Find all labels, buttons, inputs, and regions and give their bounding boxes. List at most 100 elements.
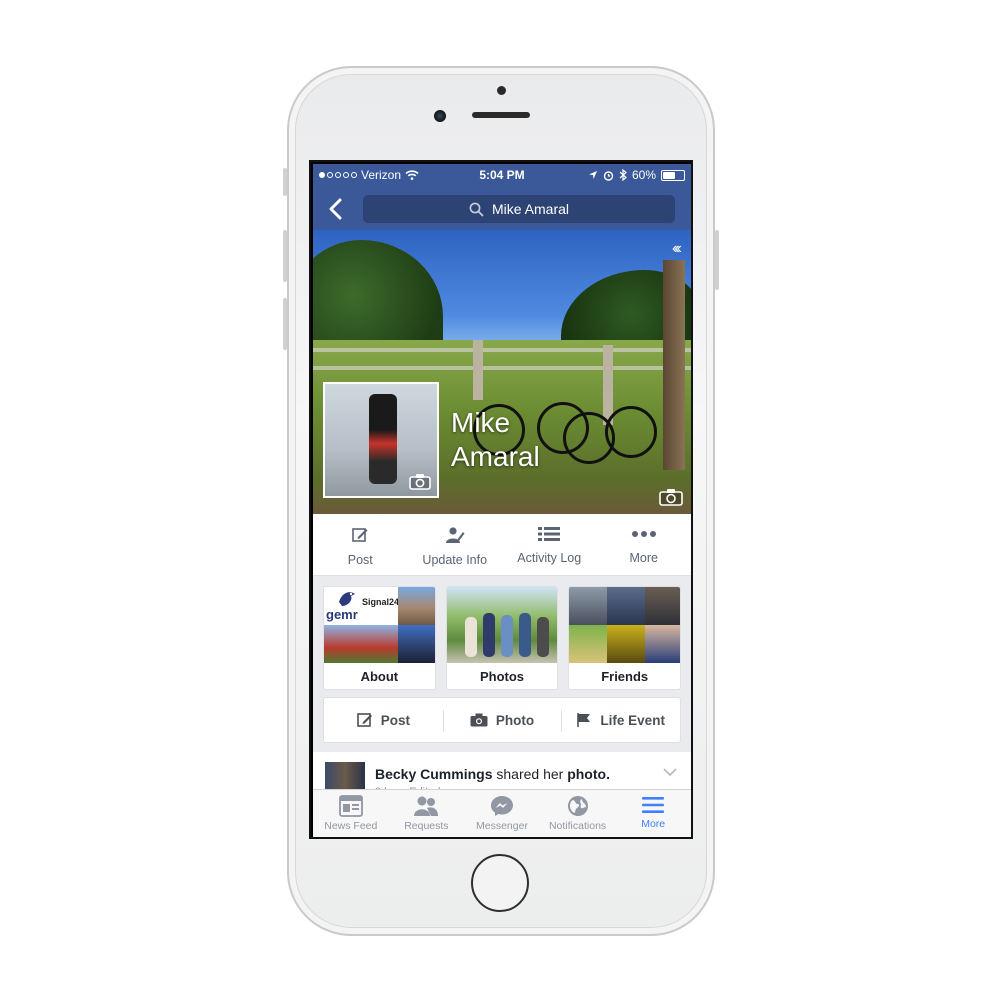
update-info-icon bbox=[445, 527, 465, 543]
profile-actions: Post Update Info Activity Log More bbox=[313, 514, 691, 576]
facebook-app: Verizon 5:04 PM 60% Mike Amaral ‹‹‹ Mike… bbox=[313, 164, 691, 837]
list-icon bbox=[538, 527, 561, 541]
fence-post bbox=[473, 340, 483, 400]
messenger-icon bbox=[490, 796, 513, 816]
logo-text-gemr: gemr bbox=[326, 607, 358, 622]
friend-requests-icon bbox=[414, 796, 439, 816]
action-post-button[interactable]: Post bbox=[313, 514, 408, 575]
profile-picture[interactable] bbox=[323, 382, 439, 498]
earpiece-speaker bbox=[472, 112, 530, 118]
front-camera bbox=[434, 110, 446, 122]
cover-photo[interactable]: ‹‹‹ Mike Amaral bbox=[313, 230, 691, 514]
wooden-post bbox=[663, 260, 685, 470]
news-feed-icon bbox=[338, 795, 363, 817]
composer-post-button[interactable]: Post bbox=[324, 698, 443, 742]
tab-news-feed[interactable]: News Feed bbox=[313, 790, 389, 837]
story-headline: Becky Cummings shared her photo. bbox=[375, 766, 610, 782]
alarm-icon bbox=[603, 170, 614, 181]
story-action: shared her bbox=[496, 766, 564, 782]
composer-photo-button[interactable]: Photo bbox=[442, 698, 562, 742]
building-photo bbox=[398, 587, 435, 625]
tile-label: About bbox=[360, 668, 399, 684]
friends-collage bbox=[569, 587, 681, 663]
profile-picture-person bbox=[369, 394, 397, 484]
proximity-sensor bbox=[497, 86, 506, 95]
status-right: 60% bbox=[588, 168, 685, 182]
logo-panel: gemr Signal24 bbox=[324, 587, 399, 625]
chevron-down-icon[interactable] bbox=[663, 768, 677, 777]
camera-icon bbox=[470, 713, 488, 727]
profile-camera-icon[interactable] bbox=[409, 473, 431, 490]
composer-label: Photo bbox=[495, 712, 535, 728]
power-button bbox=[715, 230, 719, 290]
friend-photo bbox=[645, 587, 681, 625]
person-figure bbox=[464, 617, 477, 657]
person-figure bbox=[482, 613, 495, 657]
bluetooth-icon bbox=[619, 169, 627, 181]
tab-notifications[interactable]: Notifications bbox=[540, 790, 616, 837]
search-bar[interactable]: Mike Amaral bbox=[363, 195, 675, 223]
friend-photo bbox=[607, 587, 646, 625]
person-figure bbox=[536, 617, 549, 657]
action-update-info-button[interactable]: Update Info bbox=[408, 514, 503, 575]
fence-rail bbox=[313, 348, 691, 352]
action-label: Post bbox=[347, 553, 373, 567]
person-figure bbox=[518, 613, 531, 657]
flag-icon bbox=[577, 713, 591, 727]
tab-label: More bbox=[641, 818, 666, 830]
action-label: Activity Log bbox=[517, 551, 582, 565]
composer-label: Life Event bbox=[600, 712, 665, 728]
tab-label: News Feed bbox=[324, 820, 378, 832]
tab-label: Notifications bbox=[548, 820, 607, 832]
edit-icon bbox=[356, 713, 372, 727]
story-object[interactable]: photo. bbox=[567, 766, 610, 782]
top-bar: Verizon 5:04 PM 60% Mike Amaral bbox=[313, 164, 691, 230]
restaurant-photo bbox=[324, 625, 398, 663]
edit-icon bbox=[352, 528, 368, 542]
collapse-chevrons-icon[interactable]: ‹‹‹ bbox=[672, 240, 682, 258]
tab-more[interactable]: More bbox=[615, 790, 691, 837]
about-collage: gemr Signal24 bbox=[324, 587, 435, 663]
battery-percent: 60% bbox=[631, 168, 656, 182]
composer-life-event-button[interactable]: Life Event bbox=[561, 698, 680, 742]
profile-tiles: gemr Signal24 About Photos Friends bbox=[323, 586, 682, 690]
action-activity-log-button[interactable]: Activity Log bbox=[502, 514, 597, 575]
tab-requests[interactable]: Requests bbox=[389, 790, 465, 837]
bike-wheel bbox=[605, 406, 657, 458]
tile-label: Friends bbox=[601, 668, 649, 684]
friend-photo bbox=[645, 625, 681, 663]
phone-screen: Verizon 5:04 PM 60% Mike Amaral ‹‹‹ Mike… bbox=[309, 160, 693, 839]
battery-icon bbox=[661, 169, 685, 181]
mute-switch bbox=[283, 168, 287, 196]
person-figure bbox=[500, 615, 513, 657]
search-icon bbox=[469, 202, 484, 216]
profile-last-name: Amaral bbox=[451, 441, 540, 472]
profile-name: Mike Amaral bbox=[451, 406, 571, 474]
night-photo bbox=[398, 625, 435, 663]
more-dots-icon bbox=[631, 531, 656, 537]
tile-about[interactable]: gemr Signal24 About bbox=[323, 586, 436, 690]
menu-icon bbox=[642, 797, 665, 813]
location-icon bbox=[588, 171, 597, 179]
search-query: Mike Amaral bbox=[491, 201, 570, 217]
story-author[interactable]: Becky Cummings bbox=[375, 766, 492, 782]
tab-label: Messenger bbox=[476, 820, 528, 832]
cover-camera-icon[interactable] bbox=[659, 488, 683, 506]
volume-up-button bbox=[283, 230, 287, 282]
tile-friends[interactable]: Friends bbox=[568, 586, 682, 690]
friend-photo bbox=[569, 587, 608, 625]
tile-photos[interactable]: Photos bbox=[445, 586, 559, 690]
back-arrow-icon[interactable] bbox=[327, 198, 345, 220]
action-label: Update Info bbox=[422, 553, 488, 567]
tile-label: Photos bbox=[479, 668, 525, 684]
composer-label: Post bbox=[380, 712, 410, 728]
globe-icon bbox=[567, 796, 588, 816]
home-button[interactable] bbox=[471, 854, 529, 912]
action-label: More bbox=[629, 551, 658, 565]
action-more-button[interactable]: More bbox=[597, 514, 692, 575]
friend-photo bbox=[607, 625, 646, 663]
story-avatar[interactable] bbox=[325, 762, 365, 792]
fence-rail bbox=[313, 366, 691, 370]
photos-preview bbox=[446, 587, 558, 663]
tab-messenger[interactable]: Messenger bbox=[464, 790, 540, 837]
